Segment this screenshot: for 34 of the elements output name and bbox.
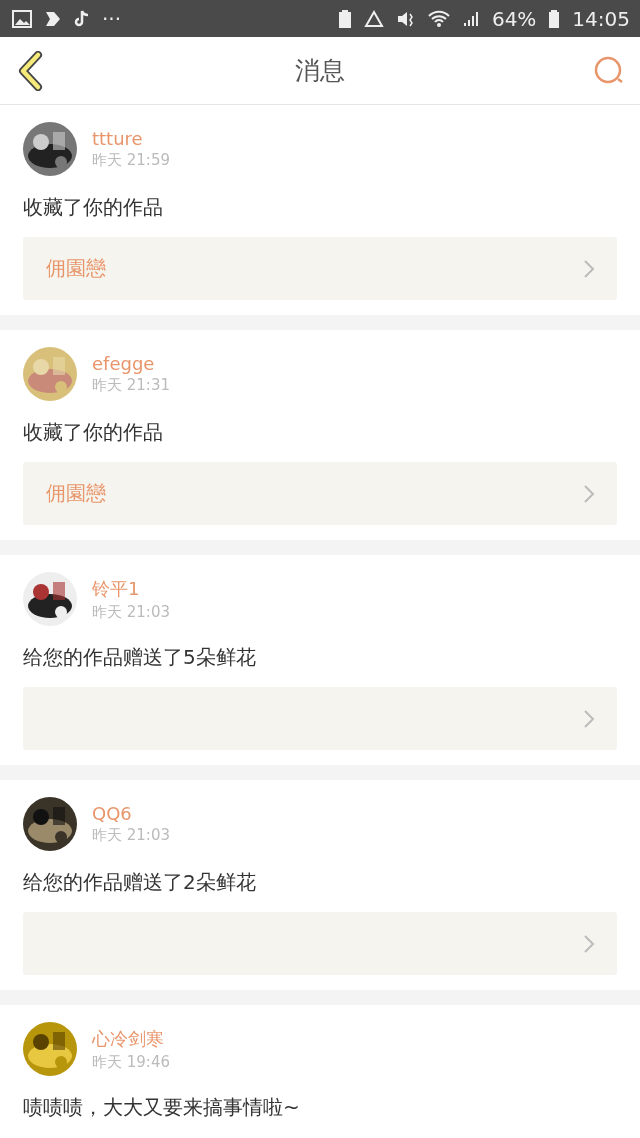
user-name[interactable]: QQ6: [92, 803, 170, 824]
message-time: 昨天 21:59: [92, 151, 170, 170]
image-icon: [12, 9, 32, 28]
message-text: 收藏了你的作品: [23, 419, 164, 446]
message-text: 收藏了你的作品: [23, 194, 164, 221]
message-time: 昨天 21:03: [92, 826, 170, 845]
message-time: 昨天 19:46: [92, 1052, 170, 1072]
more-indicator: ···: [102, 6, 122, 31]
signal-icon: [461, 9, 480, 28]
battery-icon: [548, 8, 561, 29]
message-text: 给您的作品赠送了5朵鲜花: [23, 644, 257, 671]
wifi-icon: [427, 9, 450, 28]
message-text: 啧啧啧，大大又要来搞事情啦~: [23, 1094, 301, 1121]
message-time: 昨天 21:31: [92, 376, 170, 395]
work-title: 佣園戀: [46, 480, 106, 507]
message-time: 昨天 21:03: [92, 602, 170, 622]
message-text: 给您的作品赠送了2朵鲜花: [23, 869, 257, 896]
music-note-icon: [74, 9, 90, 28]
chevron-right-icon: [584, 484, 595, 503]
triangle-icon: [363, 9, 384, 28]
chevron-right-icon: [584, 709, 595, 728]
mute-icon: [395, 9, 416, 28]
work-title: 佣園戀: [46, 255, 106, 282]
chevron-right-icon: [584, 259, 595, 278]
user-name[interactable]: ttture: [92, 128, 170, 149]
user-name[interactable]: efegge: [92, 353, 170, 374]
battery-percent: 64%: [491, 6, 537, 31]
chevron-right-icon: [584, 934, 595, 953]
work-link[interactable]: 佣園戀: [23, 237, 617, 300]
work-link[interactable]: 佣園戀: [23, 462, 617, 525]
user-name[interactable]: 铃平1: [92, 576, 170, 601]
user-name[interactable]: 心冷剑寒: [92, 1026, 170, 1051]
page-title: 消息: [295, 55, 345, 87]
clock: 14:05: [572, 6, 630, 31]
